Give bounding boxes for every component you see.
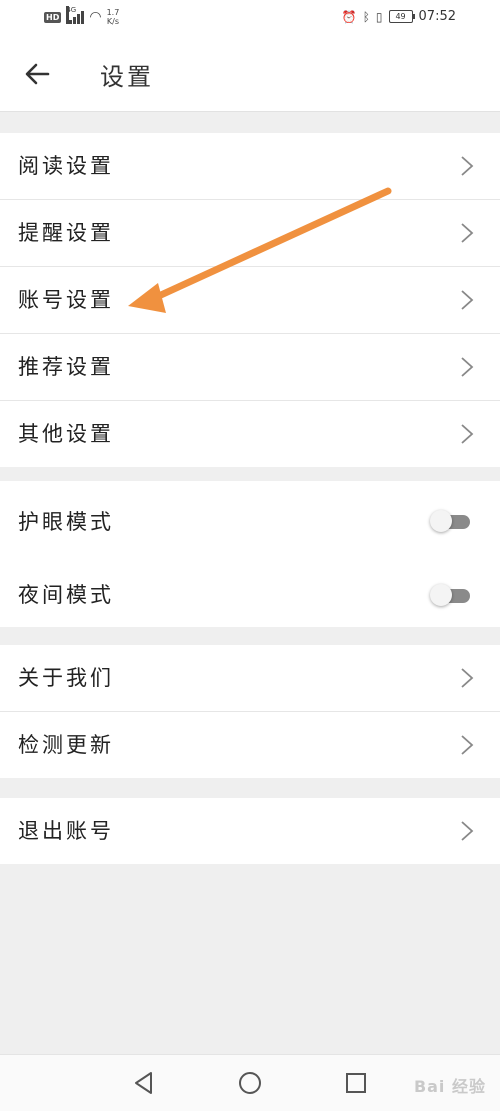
chevron-right-icon <box>461 156 474 176</box>
signal-icon: 4G <box>66 6 85 24</box>
nav-recents-icon[interactable] <box>342 1069 370 1097</box>
menu-item-label: 检测更新 <box>18 733 114 757</box>
back-button[interactable] <box>22 54 62 94</box>
clock-time: 07:52 <box>418 9 456 24</box>
menu-item-label: 提醒设置 <box>18 221 114 245</box>
logout-group: 退出账号 <box>0 798 500 864</box>
night-mode-group: 夜间模式 <box>0 563 500 627</box>
menu-item-label: 退出账号 <box>18 819 114 843</box>
menu-item-label: 推荐设置 <box>18 355 114 379</box>
menu-item-label: 其他设置 <box>18 422 114 446</box>
settings-group: 阅读设置 提醒设置 账号设置 推荐设置 其他设置 <box>0 133 500 467</box>
eye-mode-toggle[interactable] <box>430 510 470 532</box>
chevron-right-icon <box>461 223 474 243</box>
watermark: Bai 经验 <box>413 1077 486 1096</box>
menu-item-logout[interactable]: 退出账号 <box>0 798 500 864</box>
arrow-left-icon <box>25 63 50 85</box>
menu-item-label: 账号设置 <box>18 288 114 312</box>
hd-badge: HD <box>44 11 62 23</box>
vibrate-icon: ▯ <box>375 9 383 24</box>
night-mode-label: 夜间模式 <box>18 583 114 607</box>
eye-mode-row: 护眼模式 <box>0 481 500 563</box>
chevron-right-icon <box>461 357 474 377</box>
chevron-right-icon <box>461 668 474 688</box>
menu-item-check-update[interactable]: 检测更新 <box>0 712 500 778</box>
speed-value: 1.7 <box>106 8 120 17</box>
menu-item-about-us[interactable]: 关于我们 <box>0 645 500 712</box>
app-header: 设置 <box>0 36 500 112</box>
network-speed: 1.7 K/s <box>107 8 120 26</box>
night-mode-toggle[interactable] <box>430 584 470 606</box>
menu-item-label: 阅读设置 <box>18 154 114 178</box>
wifi-icon: ◠ <box>89 9 102 25</box>
menu-item-label: 关于我们 <box>18 666 114 690</box>
status-bar: HD 4G ◠ 1.7 K/s ⏰ ᛒ ▯ 49 07:52 <box>0 0 500 36</box>
menu-item-account-settings[interactable]: 账号设置 <box>0 267 500 334</box>
eye-mode-label: 护眼模式 <box>18 510 114 534</box>
alarm-icon: ⏰ <box>341 9 357 24</box>
page-title: 设置 <box>100 63 154 91</box>
about-group: 关于我们 检测更新 <box>0 645 500 778</box>
toggle-knob <box>430 584 452 606</box>
nav-home-icon[interactable] <box>236 1069 264 1097</box>
chevron-right-icon <box>461 821 474 841</box>
battery-icon: 49 <box>388 10 415 23</box>
toggle-knob <box>430 510 452 532</box>
system-nav-bar: Bai 经验 <box>0 1054 500 1111</box>
night-mode-row: 夜间模式 <box>0 563 500 627</box>
eye-mode-group: 护眼模式 <box>0 481 500 563</box>
bluetooth-icon: ᛒ <box>362 9 370 24</box>
speed-unit: K/s <box>106 17 119 26</box>
menu-item-reading-settings[interactable]: 阅读设置 <box>0 133 500 200</box>
menu-item-other-settings[interactable]: 其他设置 <box>0 401 500 467</box>
chevron-right-icon <box>461 290 474 310</box>
chevron-right-icon <box>461 735 474 755</box>
chevron-right-icon <box>461 424 474 444</box>
menu-item-reminder-settings[interactable]: 提醒设置 <box>0 200 500 267</box>
menu-item-recommend-settings[interactable]: 推荐设置 <box>0 334 500 401</box>
nav-back-icon[interactable] <box>130 1069 158 1097</box>
